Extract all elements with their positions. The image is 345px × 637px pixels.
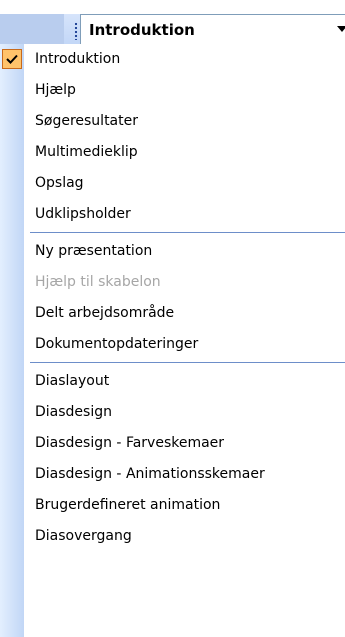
menu-item-label: Diasdesign - Animationsskemaer (35, 466, 265, 482)
menu-item-diasovergang[interactable]: Diasovergang (0, 521, 345, 552)
menu-list: Introduktion Hjælp Søgeresultater Multimedi… (0, 44, 345, 552)
menu-item-diasdesign[interactable]: Diasdesign (0, 397, 345, 428)
dropdown-selected-value: Introduktion (89, 20, 195, 39)
menu-item-label: Hjælp (35, 82, 76, 98)
menu-item-diasdesign-animationsskemaer[interactable]: Diasdesign - Animationsskemaer (0, 459, 345, 490)
menu-item-label: Diaslayout (35, 373, 110, 389)
menu-item-hjælp[interactable]: Hjælp (0, 75, 345, 106)
menu-item-label: Dokumentopdateringer (35, 336, 199, 352)
menu-item-label: Søgeresultater (35, 113, 138, 129)
menu-item-multimedieklip[interactable]: Multimedieklip (0, 137, 345, 168)
menu-item-udklipsholder[interactable]: Udklipsholder (0, 199, 345, 230)
menu-item-label: Diasdesign - Farveskemaer (35, 435, 225, 451)
task-pane-selector-dropdown[interactable]: Introduktion (80, 14, 345, 44)
menu-item-søgeresultater[interactable]: Søgeresultater (0, 106, 345, 137)
task-pane-menu-screen: Introduktion Introduktion Hjælp Søgeresult… (0, 0, 345, 637)
task-pane-header: Introduktion (0, 0, 345, 44)
menu-item-label: Udklipsholder (35, 206, 131, 222)
menu-item-label: Opslag (35, 175, 84, 191)
header-left-block (0, 14, 64, 44)
menu-item-introduktion[interactable]: Introduktion (0, 44, 345, 75)
menu-item-label: Introduktion (35, 51, 121, 67)
menu-item-label: Diasdesign (35, 404, 112, 420)
menu-item-label: Diasovergang (35, 528, 132, 544)
menu-item-hjælp-til-skabelon: Hjælp til skabelon (0, 267, 345, 298)
chevron-down-icon[interactable] (337, 26, 345, 32)
menu-item-brugerdefineret-animation[interactable]: Brugerdefineret animation (0, 490, 345, 521)
menu-item-label: Delt arbejdsområde (35, 305, 175, 321)
menu-item-opslag[interactable]: Opslag (0, 168, 345, 199)
menu-item-delt-arbejdsområde[interactable]: Delt arbejdsområde (0, 298, 345, 329)
grip-dots-icon[interactable] (74, 22, 78, 40)
menu-item-diasdesign-farveskemaer[interactable]: Diasdesign - Farveskemaer (0, 428, 345, 459)
menu-item-diaslayout[interactable]: Diaslayout (0, 366, 345, 397)
task-pane-menu: Introduktion Hjælp Søgeresultater Multimedi… (0, 44, 345, 637)
menu-item-dokumentopdateringer[interactable]: Dokumentopdateringer (0, 329, 345, 360)
checkmark-icon (2, 49, 22, 69)
menu-item-ny-præsentation[interactable]: Ny præsentation (0, 236, 345, 267)
menu-item-label: Ny præsentation (35, 243, 153, 259)
menu-item-label: Hjælp til skabelon (35, 274, 161, 290)
menu-item-label: Brugerdefineret animation (35, 497, 221, 513)
menu-item-label: Multimedieklip (35, 144, 138, 160)
